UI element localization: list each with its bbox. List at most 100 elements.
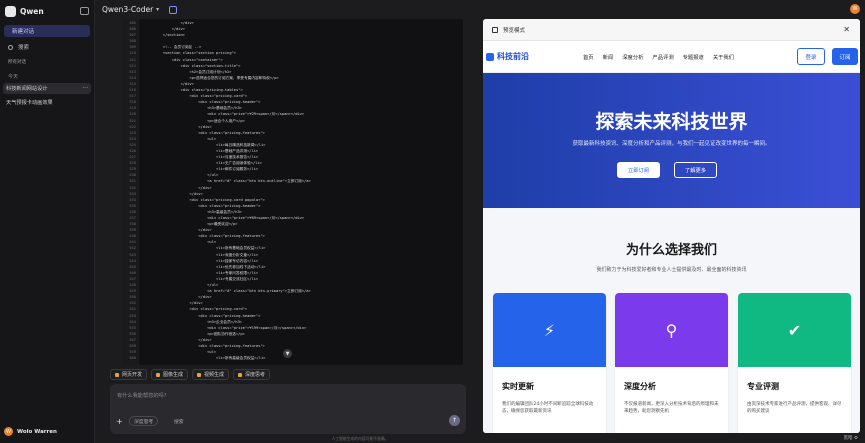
- scroll-down-icon[interactable]: ▼: [283, 349, 292, 358]
- code-icon: [115, 372, 119, 377]
- send-arrow-icon[interactable]: ↑: [449, 415, 460, 426]
- code-lines: 505 </div> 506 </div> 507 </section> 508 509…: [122, 20, 463, 361]
- chat-input-placeholder[interactable]: 有什么我能帮您的吗?: [117, 392, 166, 399]
- code-text: <div class="pricing-card popular">: [145, 197, 265, 202]
- more-options-icon[interactable]: ···: [82, 85, 88, 92]
- code-text: <li>所有高级会员权益</li>: [145, 356, 266, 361]
- bolt-icon: [486, 52, 494, 61]
- code-text: </div>: [145, 228, 212, 233]
- code-text: <p>最受欢迎</p>: [145, 222, 238, 227]
- code-text: <div class="pricing-card">: [145, 94, 248, 99]
- attach-plus-icon[interactable]: +: [116, 417, 123, 426]
- hero-title: 探索未来科技世界: [595, 111, 748, 133]
- user-name: Wolo Warren: [17, 428, 57, 435]
- chat-input-box[interactable]: 有什么我能帮您的吗? + 深度思考 搜索 ↑: [110, 384, 466, 434]
- nav-link-analysis[interactable]: 深度分析: [622, 53, 643, 61]
- code-text: <li>优先参加线下活动</li>: [145, 264, 266, 269]
- code-text: </div>: [145, 185, 212, 190]
- sidebar: Qwen 新建对话 搜索 所有对话 今天 科技新闻网站设计 ··· 天气预报卡动…: [0, 0, 95, 443]
- feature-card-text: 我们的编辑团队24小时不间断追踪全球科技动态，确保您获取最新资讯: [502, 402, 594, 414]
- preview-status-bar: 黑暗 ⚙: [483, 433, 860, 443]
- code-text: <section class="section pricing">: [145, 51, 237, 56]
- feature-card-title: 深度分析: [624, 382, 656, 391]
- sidebar-folder-all-chats[interactable]: 所有对话: [4, 58, 90, 66]
- code-text: <p>适合个人用户</p>: [145, 118, 245, 123]
- new-chat-button[interactable]: 新建对话: [4, 25, 90, 37]
- sidebar-search-label: 搜索: [18, 45, 30, 51]
- nav-link-features[interactable]: 专题报道: [683, 53, 704, 61]
- chevron-down-icon[interactable]: ▾: [156, 6, 159, 13]
- code-text: <h3>基础会员</h3>: [145, 106, 242, 111]
- brand-name: Qwen: [20, 6, 44, 16]
- feature-card-banner: ⚲: [615, 293, 728, 367]
- code-text: <div class="price">¥29<span>/月</span></d…: [145, 112, 305, 117]
- nav-link-news[interactable]: 新闻: [603, 53, 614, 61]
- code-text: <li>专家问答权限</li>: [145, 270, 259, 275]
- code-text: <a href="#" class="btn btn-primary">立即订阅…: [145, 289, 311, 294]
- code-text: <li>邮件订阅服务</li>: [145, 167, 259, 172]
- sidebar-item-weather[interactable]: 天气预报卡动画效果: [3, 97, 91, 108]
- deep-think-toggle[interactable]: 深度思考: [129, 416, 159, 426]
- search-toggle[interactable]: 搜索: [170, 416, 188, 426]
- nav-link-home[interactable]: 首页: [583, 53, 594, 61]
- site-navbar: 科技前沿 首页 新闻 深度分析 产品评测 专题报道 关于我们 登录 订阅: [483, 41, 860, 73]
- brain-icon: [238, 372, 243, 377]
- feature-card-text: 由资深技术专家进行产品评测，提供客观、详尽的购买建议: [747, 402, 842, 414]
- tool-image-gen-button[interactable]: 图像生成: [151, 369, 189, 380]
- feature-card-realtime: ⚡ 实时更新 我们的编辑团队24小时不间断追踪全球科技动态，确保您获取最新资讯: [493, 293, 606, 433]
- code-text: <div class="pricing-features">: [145, 130, 265, 135]
- magnifier-icon: ⚲: [665, 320, 678, 340]
- code-text: </div>: [145, 301, 203, 306]
- why-us-section: 为什么选择我们 我们致力于为科技爱好者和专业人士提供最及时、最全面的科技资讯 ⚡…: [483, 208, 860, 433]
- code-text: <ul>: [145, 350, 217, 355]
- hero-learn-more-button[interactable]: 了解更多: [674, 162, 717, 178]
- tool-label: 网页开发: [122, 372, 143, 378]
- code-text: <li>深度分析文章</li>: [145, 252, 259, 257]
- qwen-logo-icon: [5, 5, 16, 17]
- nav-link-reviews[interactable]: 产品评测: [652, 53, 673, 61]
- avatar: W: [4, 427, 13, 436]
- tool-bar: 网页开发 图像生成 视频生成 深度思考: [110, 369, 271, 380]
- code-text: <div class="section-title">: [145, 63, 241, 68]
- tool-deep-think-button[interactable]: 深度思考: [233, 369, 271, 380]
- model-compare-icon[interactable]: [169, 5, 178, 14]
- tool-web-dev-button[interactable]: 网页开发: [110, 369, 148, 380]
- why-us-title: 为什么选择我们: [625, 243, 717, 258]
- code-text: </div>: [145, 81, 194, 86]
- code-text: </ul>: [145, 283, 219, 288]
- code-text: <p>选择适合您的订阅方案，享受专属内容和特权</p>: [145, 75, 279, 80]
- code-text: <div class="pricing-features">: [145, 234, 265, 239]
- tool-video-gen-button[interactable]: 视频生成: [192, 369, 230, 380]
- user-profile[interactable]: W Wolo Warren: [4, 427, 57, 436]
- header-avatar[interactable]: W: [850, 4, 860, 14]
- hero-subscribe-button[interactable]: 立即订阅: [617, 162, 660, 178]
- code-text: <!-- 会员订阅区 -->: [145, 45, 202, 50]
- nav-link-about[interactable]: 关于我们: [713, 53, 734, 61]
- site-logo[interactable]: 科技前沿: [486, 51, 529, 62]
- code-text: <ul>: [145, 240, 217, 245]
- subscribe-button[interactable]: 订阅: [832, 48, 858, 65]
- site-nav-links: 首页 新闻 深度分析 产品评测 专题报道 关于我们: [583, 41, 734, 73]
- login-button[interactable]: 登录: [797, 48, 825, 65]
- app-window: Qwen 新建对话 搜索 所有对话 今天 科技新闻网站设计 ··· 天气预报卡动…: [0, 0, 865, 443]
- code-text: <div class="pricing-card">: [145, 307, 248, 312]
- tool-label: 视频生成: [204, 372, 225, 378]
- model-selector[interactable]: Qwen3-Coder: [102, 5, 153, 14]
- code-line: 560 <li>所有高级会员权益</li>: [122, 355, 463, 361]
- sidebar-search[interactable]: 搜索: [4, 42, 90, 52]
- bolt-icon: ⚡: [543, 320, 556, 340]
- code-text: <p>团队协作首选</p>: [145, 331, 245, 336]
- theme-status[interactable]: 黑暗 ⚙: [844, 435, 858, 441]
- close-icon[interactable]: ✕: [843, 25, 850, 34]
- preview-panel: 预览模式 ✕ 科技前沿 首页 新闻 深度分析 产品评测 专题报道 关于我们 登录…: [483, 19, 860, 433]
- site-logo-text: 科技前沿: [497, 52, 529, 61]
- code-text: <ul>: [145, 136, 217, 141]
- code-text: </div>: [145, 337, 212, 342]
- preview-header: 预览模式 ✕: [483, 19, 860, 41]
- code-text: <div class="container">: [145, 57, 223, 62]
- user-check-icon: ✔: [787, 320, 802, 340]
- code-text: <li>基础产品评测</li>: [145, 148, 259, 153]
- sidebar-item-tech-news[interactable]: 科技新闻网站设计 ···: [3, 83, 91, 94]
- sidebar-item-label: 天气预报卡动画效果: [6, 100, 53, 106]
- sidebar-collapse-icon[interactable]: [80, 7, 89, 15]
